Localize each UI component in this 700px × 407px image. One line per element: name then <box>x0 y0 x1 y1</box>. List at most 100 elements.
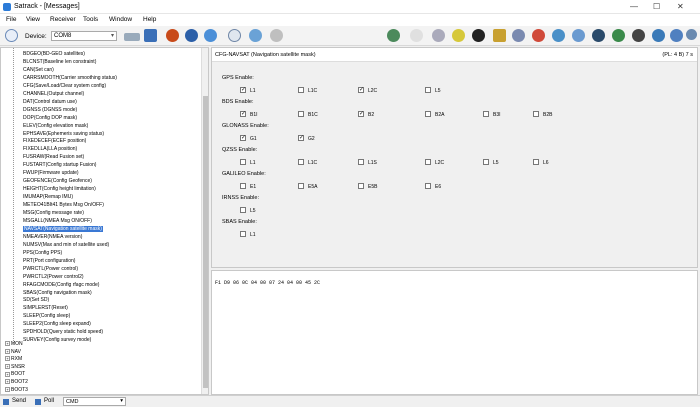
checkbox[interactable] <box>240 231 246 237</box>
checkbox[interactable] <box>425 159 431 165</box>
tree-item[interactable]: DAT(Control datum use) <box>23 98 77 106</box>
checkbox[interactable] <box>298 87 304 93</box>
checkbox[interactable] <box>425 183 431 189</box>
expand-icon[interactable]: + <box>5 356 10 362</box>
tree-item[interactable]: PRT(Port configuration) <box>23 257 75 265</box>
cmd-select[interactable]: CMD ▾ <box>63 397 126 406</box>
playback-icon[interactable] <box>185 29 198 42</box>
checkbox[interactable] <box>240 134 246 141</box>
checkbox[interactable] <box>298 111 304 117</box>
view-bars-icon[interactable] <box>493 29 506 42</box>
tree-item[interactable]: SIMPLERST(Reset) <box>23 304 68 312</box>
tree-item[interactable]: NUMSV(Max and min of satellite used) <box>23 241 109 249</box>
tree-item[interactable]: PWRCTL2(Power control2) <box>23 273 84 281</box>
tree-item[interactable]: EPHSAVE(Ephemeris saving status) <box>23 130 104 138</box>
tree-item[interactable]: MSGALL(NMEA Msg ON/OFF) <box>23 217 92 225</box>
view-sky-icon[interactable] <box>452 29 465 42</box>
poll-button[interactable]: Poll <box>44 398 54 404</box>
maximize-button[interactable]: ☐ <box>653 2 660 11</box>
tree-item[interactable]: PPS(Config PPS) <box>23 249 62 257</box>
menu-receiver[interactable]: Receiver <box>50 16 76 23</box>
tree-item[interactable]: HEIGHT(Config height limitation) <box>23 185 96 193</box>
view-map-icon[interactable] <box>572 29 585 42</box>
record-icon[interactable] <box>166 29 179 42</box>
checkbox[interactable] <box>425 87 431 93</box>
tree-item[interactable]: FUSRAW(Read Fusion set) <box>23 153 84 161</box>
tree-item[interactable]: BLCNST(Baseline len constraint) <box>23 58 96 66</box>
view-globe-icon[interactable] <box>552 29 565 42</box>
checkbox[interactable] <box>533 111 539 117</box>
scroll-thumb[interactable] <box>203 96 208 388</box>
device-select[interactable]: COM8 ▾ <box>51 31 117 41</box>
tree-item[interactable]: METEO41BIt41 Bytes Msg On/OFF) <box>23 201 104 209</box>
menu-help[interactable]: Help <box>143 16 156 23</box>
expand-icon[interactable]: + <box>5 386 10 392</box>
view-radar-icon[interactable] <box>592 29 605 42</box>
save-icon[interactable] <box>144 29 157 42</box>
tree-item[interactable]: FWUP(Firmware update) <box>23 169 79 177</box>
tree-item[interactable]: RFAGCMODE(Config rfagc mode) <box>23 281 99 289</box>
checkbox[interactable] <box>358 159 364 165</box>
tree-item[interactable]: PWRCTL(Power control) <box>23 265 78 273</box>
tree-item[interactable]: FUSTART(Config startup Fusion) <box>23 161 96 169</box>
view-compass-icon[interactable] <box>472 29 485 42</box>
view-help-icon[interactable] <box>670 29 683 42</box>
tree-item[interactable]: CHANNEL(Output channel) <box>23 90 84 98</box>
tree-group[interactable]: + BOOT3 <box>5 386 28 394</box>
hex-output-area[interactable]: F1 D9 06 0C 04 00 07 24 04 00 45 2C <box>211 270 698 395</box>
expand-icon[interactable]: + <box>5 348 10 354</box>
tree-item[interactable]: SD(Set SD) <box>23 296 49 304</box>
view-cloud-icon[interactable] <box>632 29 645 42</box>
tree-item[interactable]: FIXEDLLA(LLA position) <box>23 145 77 153</box>
checkbox[interactable] <box>358 183 364 189</box>
checkbox[interactable] <box>533 159 539 165</box>
checkbox[interactable] <box>425 111 431 117</box>
view-info-icon[interactable] <box>686 29 697 40</box>
tree-item[interactable]: DGNSS (DGNSS mode) <box>23 106 77 114</box>
tree-item[interactable]: CAN(Set can) <box>23 66 54 74</box>
disabled-tool-icon[interactable] <box>270 29 283 42</box>
tree-item[interactable]: CARRSMOOTH(Carrier smoothing status) <box>23 74 117 82</box>
expand-icon[interactable]: + <box>5 379 10 385</box>
tree-item[interactable]: SBAS(Config navigation mask) <box>23 289 92 297</box>
tree-item[interactable]: BDGEO(BD-GEO satellites) <box>23 50 85 58</box>
checkbox[interactable] <box>358 110 364 117</box>
baud-icon[interactable] <box>124 33 140 41</box>
tree-item[interactable]: SURVEY(Config survey mode) <box>23 336 91 344</box>
settings-icon[interactable] <box>249 29 262 42</box>
expand-icon[interactable]: + <box>5 341 10 347</box>
view-signal-icon[interactable] <box>410 29 423 42</box>
menu-window[interactable]: Window <box>109 16 132 23</box>
view-antenna-icon[interactable] <box>432 29 445 42</box>
refresh-icon[interactable] <box>204 29 217 42</box>
connect-icon[interactable] <box>5 29 18 42</box>
timer-icon[interactable] <box>228 29 241 42</box>
tree-item[interactable]: SLEEP(Config sleep) <box>23 312 70 320</box>
checkbox[interactable] <box>240 110 246 117</box>
minimize-button[interactable]: — <box>630 2 638 11</box>
view-track-icon[interactable] <box>612 29 625 42</box>
tree-item[interactable]: SPDHOLD(Query static hold speed) <box>23 328 103 336</box>
tree-item[interactable]: GEOFENCE(Config Geofence) <box>23 177 92 185</box>
tree-item[interactable]: IMUMAP(Remap IMU) <box>23 193 73 201</box>
tree-item[interactable]: NAVSAT(Navigation satellite mask) <box>23 225 103 233</box>
checkbox[interactable] <box>358 86 364 93</box>
expand-icon[interactable]: + <box>5 363 10 369</box>
checkbox[interactable] <box>240 159 246 165</box>
checkbox[interactable] <box>240 86 246 93</box>
tree-item[interactable]: ELEV(Config elevation mask) <box>23 122 88 130</box>
tree-item[interactable]: CFG(Save/Load/Clear system config) <box>23 82 106 90</box>
checkbox[interactable] <box>298 134 304 141</box>
tree-item[interactable]: MSG(Config message rate) <box>23 209 84 217</box>
checkbox[interactable] <box>240 207 246 213</box>
tree-scrollbar[interactable] <box>201 48 208 394</box>
checkbox[interactable] <box>240 183 246 189</box>
tree-item[interactable]: DOP(Config DOP mask) <box>23 114 77 122</box>
checkbox[interactable] <box>298 159 304 165</box>
view-chart-icon[interactable] <box>512 29 525 42</box>
checkbox[interactable] <box>483 111 489 117</box>
tree-item[interactable]: SLEEP2(Config sleep expand) <box>23 320 91 328</box>
checkbox[interactable] <box>298 183 304 189</box>
menu-file[interactable]: File <box>6 16 16 23</box>
tree-item[interactable]: NMEAVER(NMEA version) <box>23 233 82 241</box>
